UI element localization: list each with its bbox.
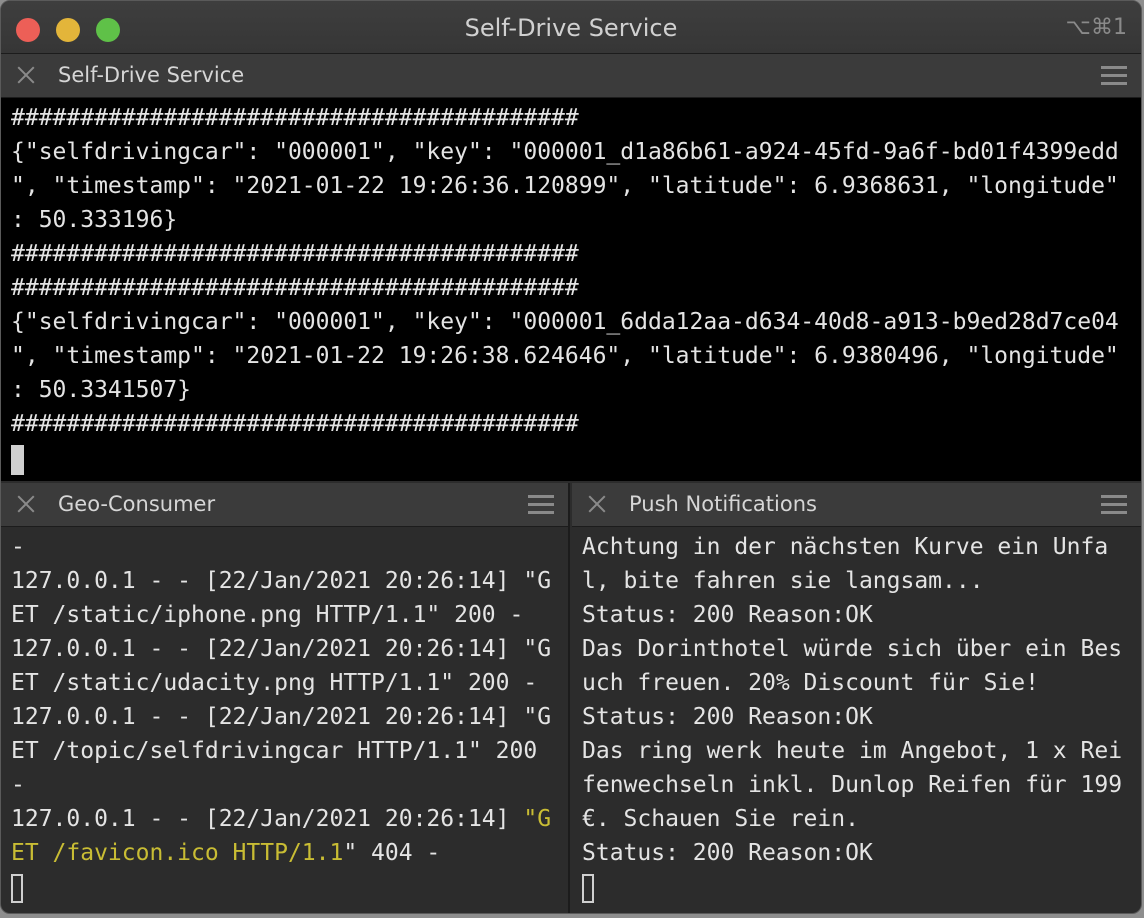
pane-tab-bar: Self-Drive Service [1,54,1141,98]
terminal-output[interactable]: Achtung in der nächsten Kurve ein Unfa l… [572,527,1141,913]
output-line: Das ring werk heute im Angebot, 1 x Rei [582,738,1123,764]
output-line: {"selfdrivingcar": "000001", "key": "000… [11,139,1119,165]
hamburger-menu-icon[interactable] [1101,495,1127,515]
output-line: - [11,534,25,560]
output-line: €. Schauen Sie rein. [582,806,859,832]
close-pane-icon[interactable] [586,493,608,515]
output-line: 127.0.0.1 - - [22/Jan/2021 20:26:14] "G [11,568,552,594]
pane-self-drive-service[interactable]: Self-Drive Service #####################… [1,54,1141,481]
output-line: ET /static/iphone.png HTTP/1.1" 200 - [11,602,524,628]
log-prefix: 127.0.0.1 - - [22/Jan/2021 20:26:14] [11,806,524,832]
hamburger-menu-icon[interactable] [1101,66,1127,86]
log-suffix: " 404 - [343,840,441,866]
terminal-output[interactable]: ########################################… [1,98,1141,481]
window-shortcut: ⌥⌘1 [1065,15,1127,40]
window-title: Self-Drive Service [464,14,678,42]
output-line: 127.0.0.1 - - [22/Jan/2021 20:26:14] "G [11,636,552,662]
title-bar[interactable]: Self-Drive Service ⌥⌘1 [1,1,1141,54]
highlighted-text: "G [523,806,552,832]
output-line: 127.0.0.1 - - [22/Jan/2021 20:26:14] "G [11,704,552,730]
pane-tab-bar: Push Notifications [572,483,1141,527]
output-line: Achtung in der nächsten Kurve ein Unfa [582,534,1109,560]
hamburger-menu-icon[interactable] [528,495,554,515]
output-line: : 50.3341507} [11,377,192,403]
output-line: ########################################… [11,241,579,267]
output-line: - [11,772,25,798]
output-line: ET /favicon.ico HTTP/1.1" 404 - [11,836,558,870]
terminal-output[interactable]: - 127.0.0.1 - - [22/Jan/2021 20:26:14] "… [1,527,568,913]
output-line: ET /topic/selfdrivingcar HTTP/1.1" 200 [11,738,538,764]
cursor-line [11,441,1131,475]
output-line: fenwechseln inkl. Dunlop Reifen für 199 [582,772,1123,798]
output-line: ", "timestamp": "2021-01-22 19:26:36.120… [11,173,1119,199]
pane-title: Geo-Consumer [58,492,216,516]
output-line: Status: 200 Reason:OK [582,602,873,628]
cursor-line [582,870,1131,904]
output-line: ########################################… [11,411,579,437]
output-line: Status: 200 Reason:OK [582,840,873,866]
output-line: l, bite fahren sie langsam... [582,568,984,594]
pane-tab-bar: Geo-Consumer [1,483,568,527]
close-pane-icon[interactable] [15,64,37,86]
pane-title: Push Notifications [629,492,817,516]
text-cursor [11,444,24,475]
output-line: uch freuen. 20% Discount für Sie! [582,670,1039,696]
output-line: 127.0.0.1 - - [22/Jan/2021 20:26:14] "G [11,802,558,836]
output-line: Das Dorinthotel würde sich über ein Bes [582,636,1123,662]
close-pane-icon[interactable] [15,493,37,515]
output-line: ########################################… [11,105,579,131]
output-line: {"selfdrivingcar": "000001", "key": "000… [11,309,1119,335]
highlighted-text: ET /favicon.ico HTTP/1.1 [11,840,344,866]
output-line: ET /static/udacity.png HTTP/1.1" 200 - [11,670,538,696]
text-cursor [11,874,23,903]
output-line: ########################################… [11,275,579,301]
output-line: Status: 200 Reason:OK [582,704,873,730]
pane-title: Self-Drive Service [58,63,245,87]
cursor-line [11,870,558,904]
text-cursor [582,874,594,903]
terminal-window: Self-Drive Service ⌥⌘1 Self-Drive Servic… [0,0,1142,914]
pane-push-notifications[interactable]: Push Notifications Achtung in der nächst… [572,483,1141,913]
output-line: : 50.333196} [11,207,178,233]
output-line: ", "timestamp": "2021-01-22 19:26:38.624… [11,343,1119,369]
pane-geo-consumer[interactable]: Geo-Consumer - 127.0.0.1 - - [22/Jan/202… [1,483,570,913]
